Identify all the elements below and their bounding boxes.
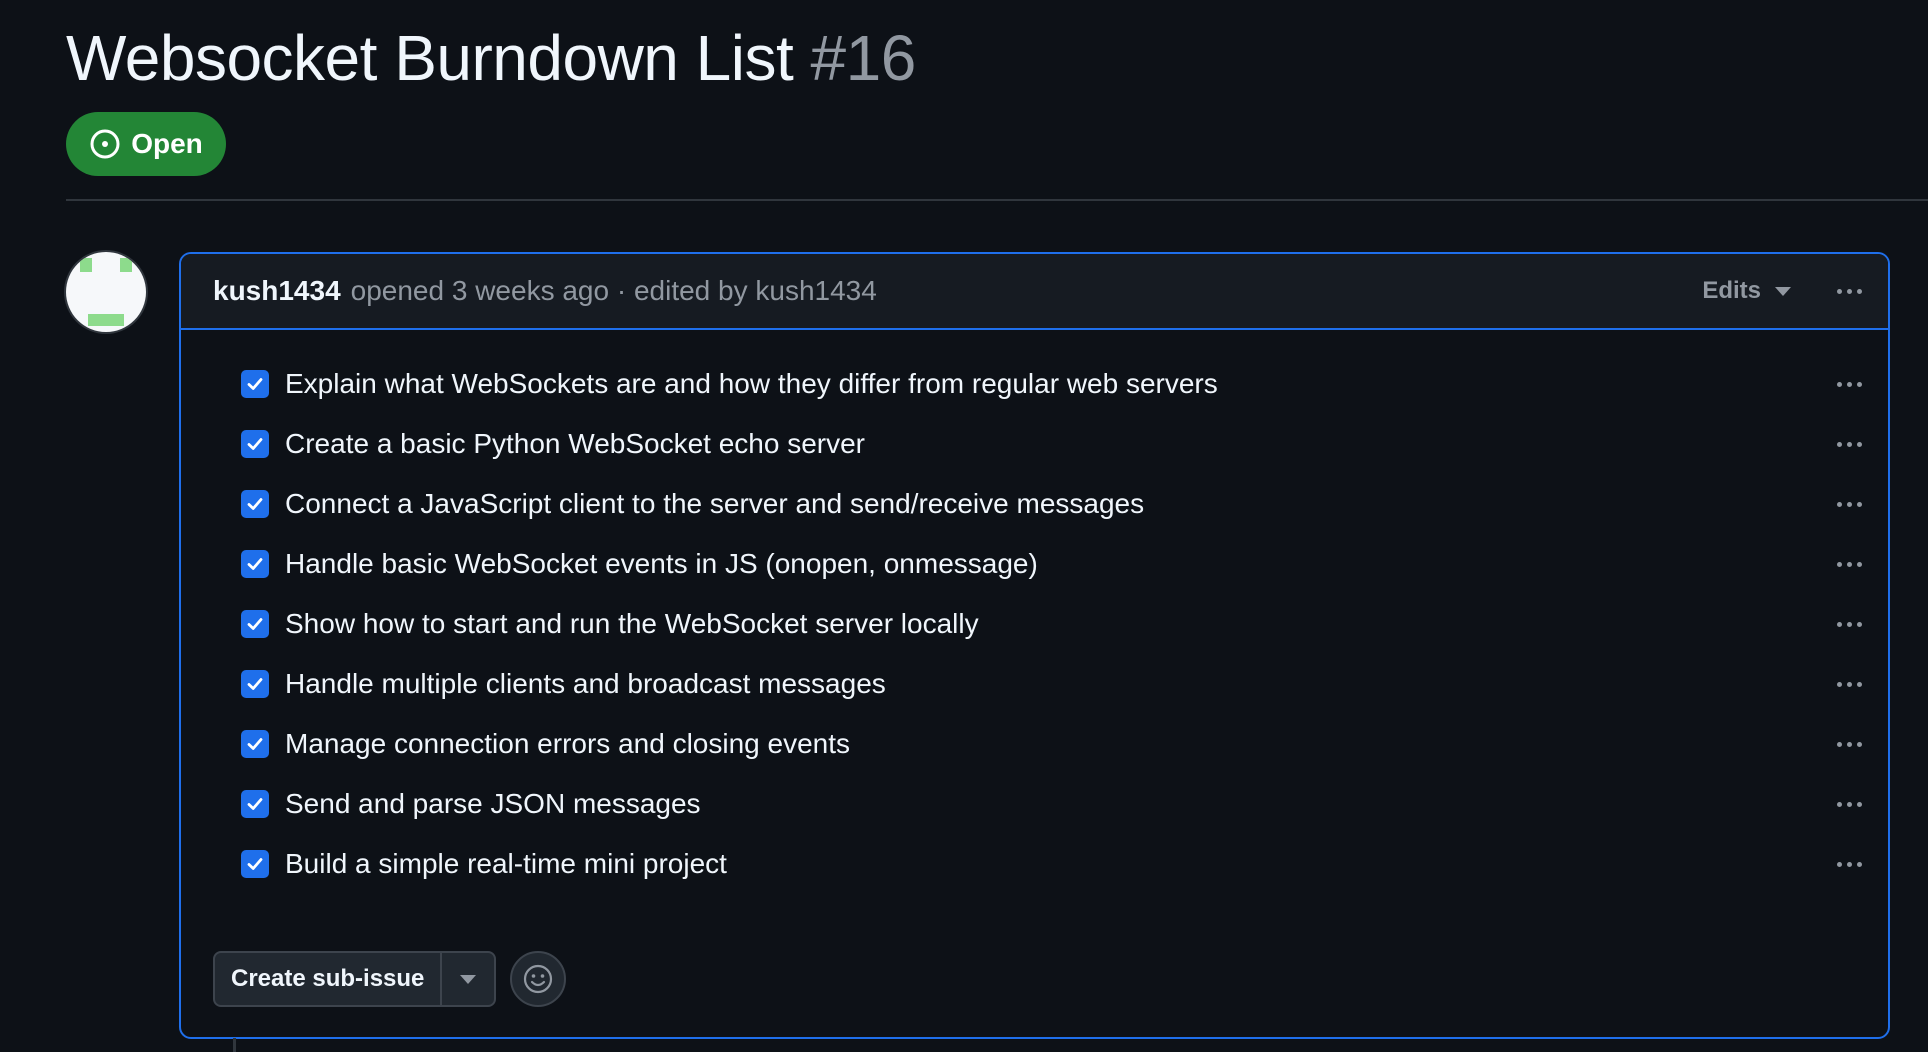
create-sub-issue-dropdown-button[interactable] [442,953,494,1005]
task-label: Explain what WebSockets are and how they… [285,368,1218,399]
task-list-item: Handle multiple clients and broadcast me… [181,654,1888,714]
add-reaction-button[interactable] [510,951,567,1007]
task-list-item: Handle basic WebSocket events in JS (ono… [181,534,1888,594]
timeline-connector [233,1038,236,1052]
create-sub-issue-button[interactable]: Create sub-issue [215,953,443,1005]
task-list-item: Send and parse JSON messages [181,774,1888,834]
task-options-button[interactable] [1835,496,1864,513]
create-sub-issue-split-button: Create sub-issue [213,951,497,1007]
checkmark-icon [247,378,263,390]
task-options-button[interactable] [1835,676,1864,693]
issue-body-card: kush1434 opened 3 weeks ago · edited by … [179,252,1890,1039]
task-list-item: Explain what WebSockets are and how they… [181,354,1888,414]
comment-options-button[interactable] [1835,283,1864,300]
checkmark-icon [247,858,263,870]
task-options-button[interactable] [1835,436,1864,453]
task-list-item: Manage connection errors and closing eve… [181,714,1888,774]
edits-label: Edits [1702,277,1761,304]
task-checkbox[interactable] [241,370,269,398]
checkmark-icon [247,738,263,750]
task-label: Connect a JavaScript client to the serve… [285,488,1145,519]
author-link[interactable]: kush1434 [213,275,341,307]
task-options-button[interactable] [1835,616,1864,633]
task-label: Show how to start and run the WebSocket … [285,608,979,639]
author-avatar[interactable] [66,252,146,332]
triangle-down-icon [1775,286,1791,296]
task-options-button[interactable] [1835,376,1864,393]
task-label: Manage connection errors and closing eve… [285,728,851,759]
task-checkbox[interactable] [241,790,269,818]
checkmark-icon [247,438,263,450]
task-label: Create a basic Python WebSocket echo ser… [285,428,866,459]
checkmark-icon [247,678,263,690]
checkmark-icon [247,798,263,810]
header-divider [66,199,1928,201]
task-label: Build a simple real-time mini project [285,848,727,879]
smiley-icon [524,964,553,994]
task-list-item: Create a basic Python WebSocket echo ser… [181,414,1888,474]
comment-footer: Create sub-issue [213,951,567,1007]
task-checkbox[interactable] [241,850,269,878]
task-options-button[interactable] [1835,736,1864,753]
task-checkbox[interactable] [241,670,269,698]
comment-meta: opened 3 weeks ago · edited by kush1434 [350,275,877,306]
triangle-down-icon [460,974,477,984]
checkmark-icon [247,618,263,630]
comment-header: kush1434 opened 3 weeks ago · edited by … [181,254,1888,330]
issue-opened-icon [90,129,120,159]
task-checkbox[interactable] [241,490,269,518]
issue-title-text: Websocket Burndown List [66,22,794,94]
task-options-button[interactable] [1835,856,1864,873]
task-list: Explain what WebSockets are and how they… [181,354,1888,894]
task-checkbox[interactable] [241,550,269,578]
task-list-item: Show how to start and run the WebSocket … [181,594,1888,654]
task-checkbox[interactable] [241,730,269,758]
task-options-button[interactable] [1835,796,1864,813]
task-list-item: Build a simple real-time mini project [181,834,1888,894]
issue-state-label: Open [131,128,203,159]
checkmark-icon [247,558,263,570]
issue-title: Websocket Burndown List #16 [66,18,916,98]
task-checkbox[interactable] [241,610,269,638]
checkmark-icon [247,498,263,510]
edits-dropdown-button[interactable]: Edits [1702,277,1791,305]
task-checkbox[interactable] [241,430,269,458]
task-label: Send and parse JSON messages [285,788,701,819]
task-label: Handle multiple clients and broadcast me… [285,668,886,699]
issue-state-badge: Open [66,112,226,176]
task-list-item: Connect a JavaScript client to the serve… [181,474,1888,534]
issue-number: #16 [810,22,917,94]
task-label: Handle basic WebSocket events in JS (ono… [285,548,1038,579]
task-options-button[interactable] [1835,556,1864,573]
